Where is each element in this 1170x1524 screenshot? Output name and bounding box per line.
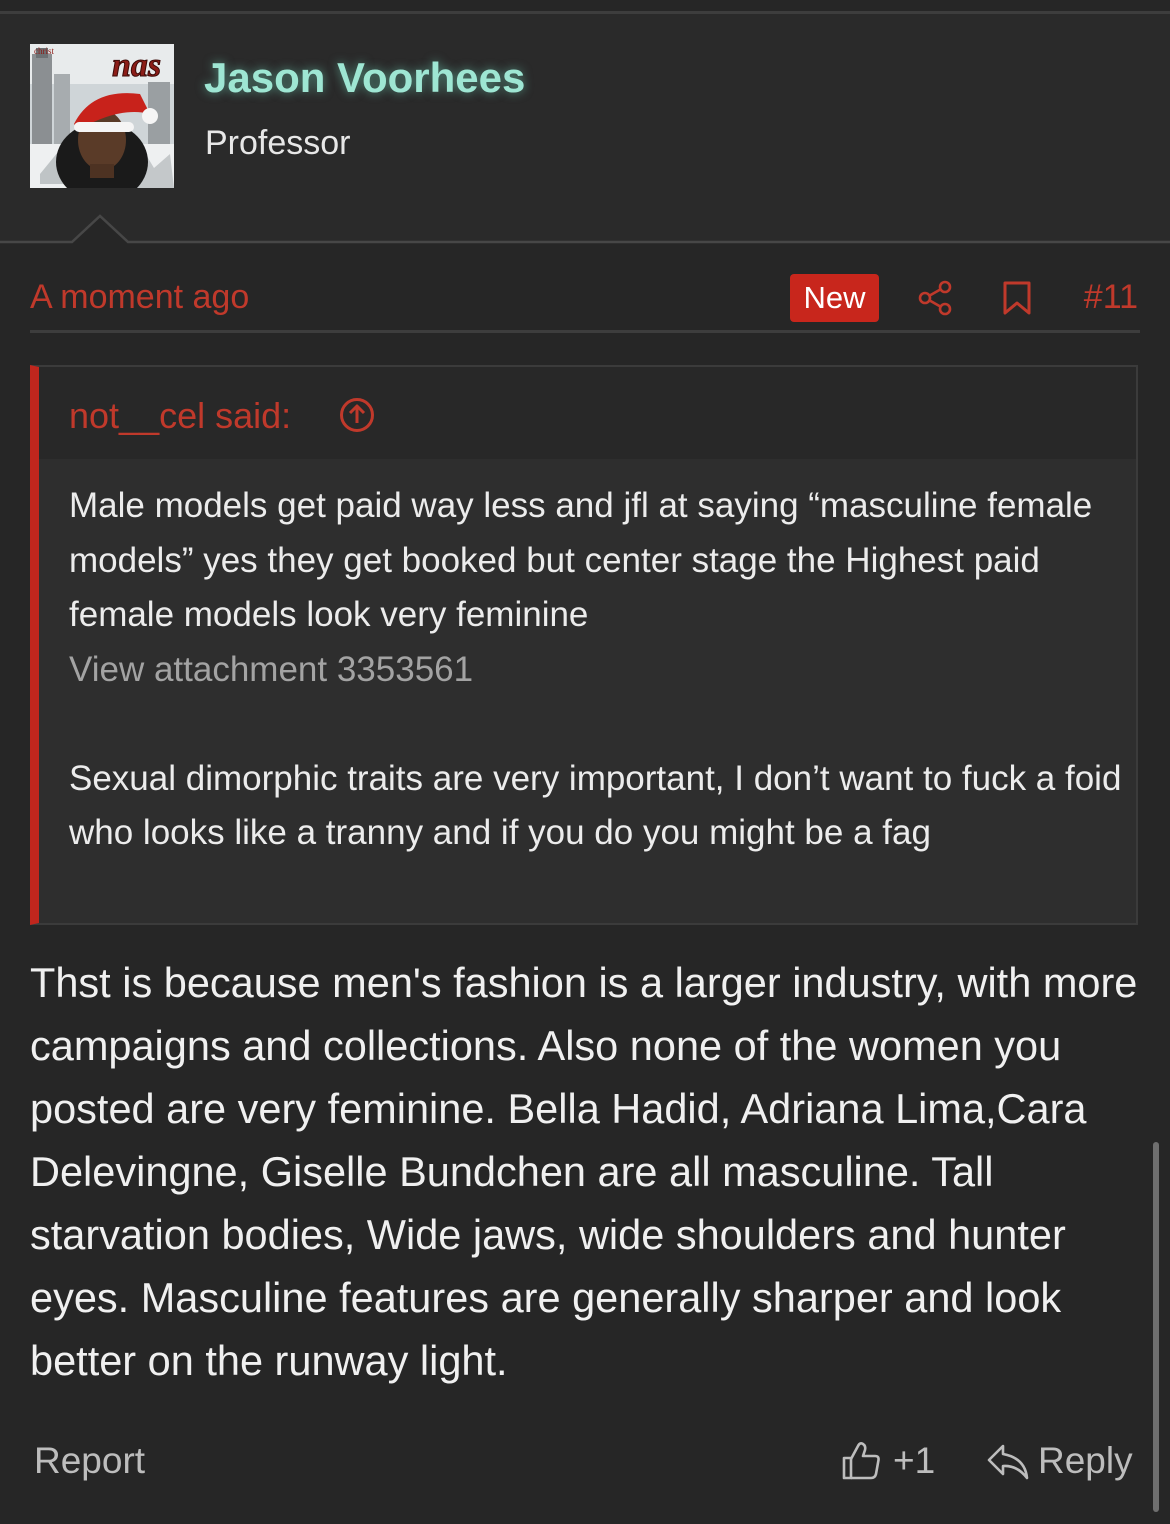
scrollbar[interactable] (1153, 1142, 1159, 1512)
like-count: +1 (893, 1440, 936, 1481)
bookmark-icon[interactable] (1001, 280, 1033, 316)
quote-block: not__cel said: Male models get paid way … (30, 365, 1138, 925)
avatar[interactable]: nas christ (30, 44, 174, 188)
quote-header: not__cel said: (39, 367, 1136, 459)
share-icon[interactable] (917, 280, 953, 316)
quote-content: Male models get paid way less and jfl at… (69, 479, 1129, 861)
post-meta: A moment ago New #11 (30, 270, 1140, 330)
quote-author[interactable]: not__cel said: (69, 395, 291, 437)
avatar-image: nas christ (30, 44, 174, 188)
avatar-logo: nas (112, 47, 161, 84)
reply-arrow-icon (987, 1444, 1029, 1480)
user-block: nas christ Jason Voorhees Professor (0, 14, 1170, 242)
quote-text: Male models get paid way less and jfl at… (69, 486, 1093, 634)
meta-divider (30, 330, 1140, 333)
post-body: Thst is because men's fashion is a large… (30, 959, 1138, 1384)
post-timestamp[interactable]: A moment ago (30, 278, 249, 317)
post-page: nas christ Jason Voorhees Professor A mo… (0, 0, 1170, 1524)
new-badge: New (790, 274, 879, 322)
user-title: Professor (205, 124, 351, 162)
quote-text-2: Sexual dimorphic traits are very importa… (69, 758, 1122, 853)
attachment-link[interactable]: View attachment 3353561 (69, 643, 1129, 698)
thumbs-up-icon (842, 1442, 880, 1480)
username[interactable]: Jason Voorhees (204, 54, 525, 102)
arrow-up-circle-icon[interactable] (339, 397, 375, 433)
post-actions: Report +1 Reply (0, 1430, 1170, 1494)
svg-text:christ: christ (34, 46, 54, 56)
reply-label: Reply (1038, 1440, 1133, 1481)
post-number-link[interactable]: #11 (1084, 278, 1138, 317)
report-link[interactable]: Report (34, 1440, 145, 1482)
user-divider (0, 214, 1170, 246)
